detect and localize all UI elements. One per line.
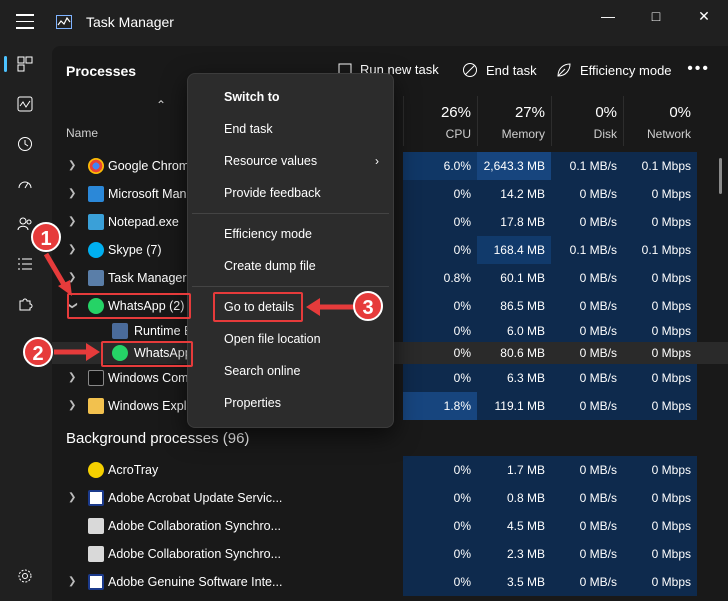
- arrow-3-head: [306, 298, 320, 316]
- arrow-2-head: [86, 343, 100, 361]
- callout-badge-2: 2: [23, 337, 53, 367]
- callout-badge-1: 1: [31, 222, 61, 252]
- callout-badge-3: 3: [353, 291, 383, 321]
- arrow-1: [43, 252, 69, 290]
